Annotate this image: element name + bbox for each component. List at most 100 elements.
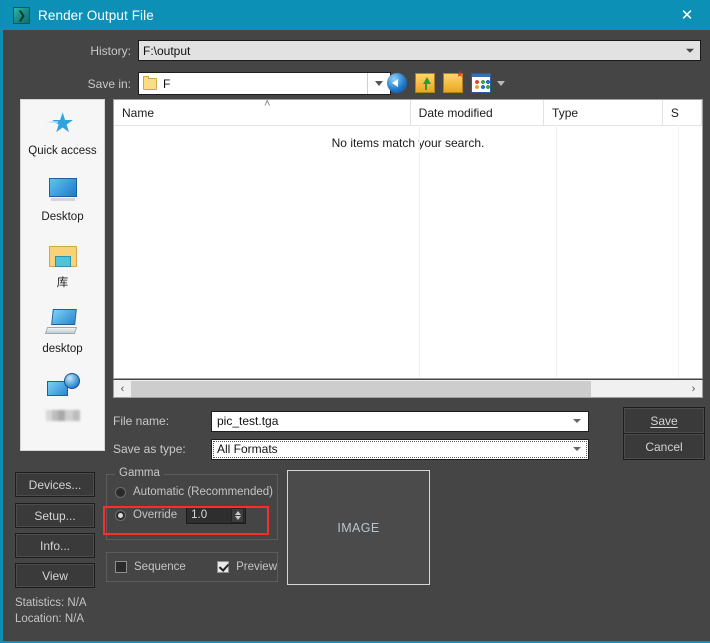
gamma-group-title: Gamma [115, 467, 164, 479]
app-icon: ❯ [13, 7, 30, 24]
scrollbar-track[interactable] [131, 381, 685, 397]
location-line: Location: N/A [15, 613, 84, 625]
file-list-horizontal-scrollbar[interactable]: ‹ › [113, 380, 703, 398]
scroll-right-icon[interactable]: › [685, 381, 702, 397]
gamma-override-value: 1.0 [187, 509, 207, 521]
location-label: Location: [15, 613, 62, 625]
up-one-level-icon[interactable] [415, 73, 435, 93]
info-button[interactable]: Info... [15, 533, 95, 558]
column-label: S [671, 106, 679, 120]
column-label: Name [122, 106, 154, 120]
file-name-row: File name: pic_test.tga [113, 410, 589, 432]
window-title: Render Output File [38, 8, 154, 23]
chevron-down-icon[interactable] [567, 412, 587, 431]
image-preview-label: IMAGE [337, 521, 379, 535]
scrollbar-thumb[interactable] [131, 381, 591, 397]
image-preview-box[interactable]: IMAGE [287, 470, 430, 585]
gamma-automatic-option[interactable]: Automatic (Recommended) [107, 483, 277, 501]
column-header-size[interactable]: S [663, 100, 702, 125]
devices-button-label: Devices... [29, 478, 82, 492]
column-label: Date modified [419, 106, 493, 120]
scroll-left-icon[interactable]: ‹ [114, 381, 131, 397]
views-icon[interactable] [471, 73, 491, 93]
place-item-network[interactable] [21, 364, 104, 430]
save-as-type-combo[interactable]: All Formats [211, 439, 589, 460]
network-icon [46, 373, 80, 405]
back-icon[interactable] [387, 73, 407, 93]
new-folder-icon[interactable] [443, 73, 463, 93]
gamma-override-spinner[interactable]: 1.0 [186, 507, 246, 524]
statistics-value: N/A [67, 597, 86, 609]
place-label: desktop [42, 343, 82, 355]
monitor-icon [46, 175, 80, 207]
star-icon [46, 109, 80, 141]
file-list-header: Name ˄ Date modified Type S [114, 100, 702, 126]
save-as-type-row: Save as type: All Formats [113, 438, 589, 460]
title-bar: ❯ Render Output File ✕ [3, 0, 710, 30]
save-button-label: Save [650, 414, 677, 428]
place-label: Quick access [28, 145, 96, 157]
chevron-down-icon[interactable] [567, 440, 587, 459]
place-item-desktop-user[interactable]: desktop [21, 298, 104, 364]
empty-list-message: No items match your search. [114, 126, 702, 150]
preview-label: Preview [236, 561, 277, 573]
folder-icon [143, 78, 157, 90]
places-bar: Quick access Desktop 库 desktop [20, 99, 105, 451]
column-header-type[interactable]: Type [544, 100, 663, 125]
statistics-label: Statistics: [15, 597, 64, 609]
place-item-quick-access[interactable]: Quick access [21, 100, 104, 166]
gamma-automatic-label: Automatic (Recommended) [133, 486, 273, 498]
file-list[interactable]: Name ˄ Date modified Type S No items mat… [113, 99, 703, 379]
file-name-label: File name: [113, 414, 211, 428]
file-name-value: pic_test.tga [212, 414, 278, 428]
sort-ascending-icon: ˄ [264, 99, 270, 110]
save-in-value: F [163, 77, 170, 91]
place-item-desktop[interactable]: Desktop [21, 166, 104, 232]
save-as-type-label: Save as type: [113, 442, 211, 456]
place-label-blurred [46, 410, 80, 421]
radio-automatic[interactable] [115, 487, 126, 498]
view-button[interactable]: View [15, 563, 95, 588]
view-button-label: View [42, 569, 68, 583]
radio-override[interactable] [115, 510, 126, 521]
history-value: F:\output [139, 44, 190, 58]
spinner-arrows-icon[interactable] [231, 508, 244, 523]
location-value: N/A [65, 613, 84, 625]
column-guides [114, 125, 702, 378]
close-icon[interactable]: ✕ [664, 0, 710, 30]
history-label: History: [3, 44, 138, 58]
column-header-date-modified[interactable]: Date modified [411, 100, 544, 125]
place-item-library[interactable]: 库 [21, 232, 104, 298]
save-button[interactable]: Save [623, 407, 705, 434]
place-label: Desktop [41, 211, 83, 223]
history-combo[interactable]: F:\output [138, 40, 701, 61]
setup-button[interactable]: Setup... [15, 503, 95, 528]
gamma-override-option[interactable]: Override 1.0 [107, 506, 277, 524]
save-in-combo[interactable]: F [138, 72, 391, 95]
sequence-preview-group: Sequence Preview [106, 552, 278, 582]
checkbox-preview[interactable] [217, 561, 229, 573]
save-in-label: Save in: [3, 77, 138, 91]
chevron-down-icon[interactable] [686, 48, 694, 52]
setup-button-label: Setup... [34, 509, 75, 523]
statistics-line: Statistics: N/A [15, 597, 87, 609]
cancel-button[interactable]: Cancel [623, 433, 705, 460]
gamma-group: Gamma Automatic (Recommended) Override 1… [106, 474, 278, 540]
computer-icon [46, 307, 80, 339]
column-header-name[interactable]: Name ˄ [114, 100, 411, 125]
library-folder-icon [46, 241, 80, 273]
gamma-override-label: Override [133, 509, 177, 521]
render-output-file-dialog: ❯ Render Output File ✕ History: F:\outpu… [0, 0, 710, 643]
history-row: History: F:\output [3, 40, 703, 61]
sequence-preview-row: Sequence Preview [107, 553, 277, 581]
file-name-input[interactable]: pic_test.tga [211, 411, 589, 432]
place-label: 库 [57, 277, 69, 289]
checkbox-sequence[interactable] [115, 561, 127, 573]
devices-button[interactable]: Devices... [15, 472, 95, 497]
chevron-down-icon[interactable] [497, 81, 505, 86]
column-label: Type [552, 106, 578, 120]
info-button-label: Info... [40, 539, 70, 553]
save-in-row: Save in: F [3, 72, 703, 95]
cancel-button-label: Cancel [645, 440, 682, 454]
file-dialog-toolbar [387, 72, 505, 94]
